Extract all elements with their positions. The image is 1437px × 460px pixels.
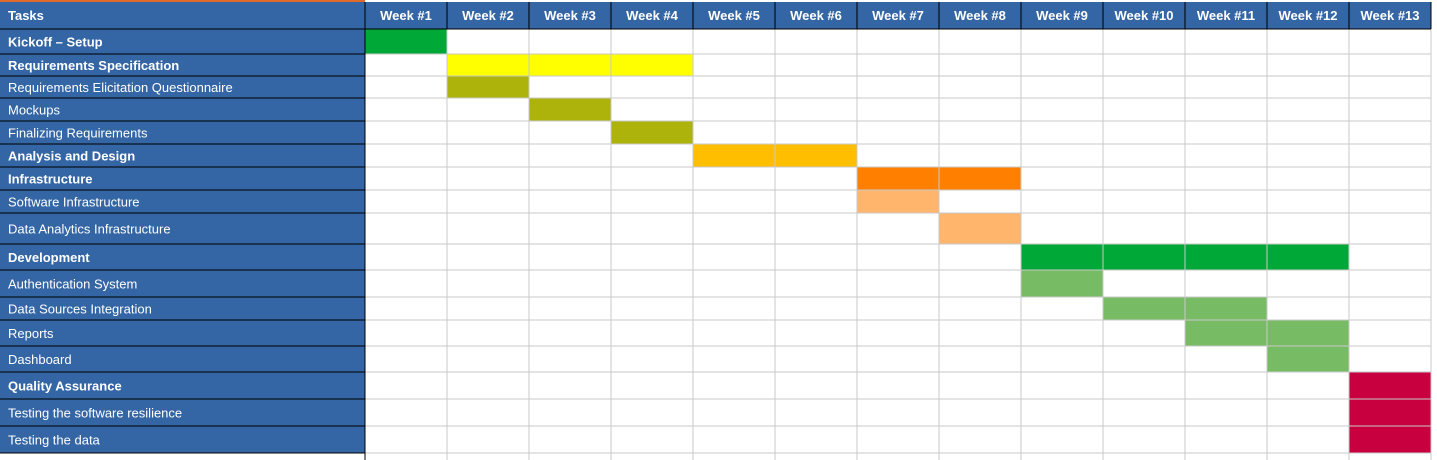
- task-bar: [1267, 346, 1349, 372]
- task-bar: [529, 98, 611, 121]
- task-label: Analysis and Design: [8, 149, 135, 164]
- task-label: Dashboard: [8, 352, 72, 367]
- task-label: Requirements Specification: [8, 58, 179, 73]
- task-label: Requirements Elicitation Questionnaire: [8, 80, 233, 95]
- week-header-13: Week #13: [1360, 8, 1419, 23]
- task-bar: [447, 76, 529, 98]
- task-bar: [365, 29, 447, 54]
- task-cell-bg: [0, 320, 365, 346]
- task-bar: [447, 54, 693, 76]
- task-label: Mockups: [8, 103, 61, 118]
- task-label: Software Infrastructure: [8, 195, 140, 210]
- task-bar: [1349, 372, 1431, 399]
- task-label: Testing the data: [8, 433, 101, 448]
- task-label: Authentication System: [8, 277, 137, 292]
- week-header-1: Week #1: [380, 8, 432, 23]
- task-label: Finalizing Requirements: [8, 126, 148, 141]
- task-bar: [1021, 270, 1103, 297]
- task-label: Kickoff – Setup: [8, 35, 103, 50]
- week-header-9: Week #9: [1036, 8, 1088, 23]
- task-label: Reports: [8, 326, 54, 341]
- week-header-11: Week #11: [1197, 8, 1255, 23]
- task-bar: [857, 190, 939, 213]
- task-bar: [611, 121, 693, 144]
- task-label: Data Sources Integration: [8, 302, 152, 317]
- week-header-10: Week #10: [1114, 8, 1173, 23]
- week-header-2: Week #2: [462, 8, 514, 23]
- week-header-5: Week #5: [708, 8, 760, 23]
- task-bar: [1349, 399, 1431, 426]
- task-bar: [1349, 426, 1431, 453]
- week-header-3: Week #3: [544, 8, 596, 23]
- task-label: Development: [8, 250, 90, 265]
- top-accent-line: [0, 0, 365, 2]
- gantt-chart: Tasks Week #1 Week #2 Week #3 Week #4 Week #5…: [0, 0, 1437, 460]
- task-label: Data Analytics Infrastructure: [8, 222, 171, 237]
- task-label: Testing the software resilience: [8, 406, 182, 421]
- gantt-chart-svg: Tasks Week #1 Week #2 Week #3 Week #4 Week #5…: [0, 0, 1432, 460]
- week-header-8: Week #8: [954, 8, 1006, 23]
- task-label: Quality Assurance: [8, 379, 122, 394]
- task-label: Infrastructure: [8, 172, 93, 187]
- week-header-4: Week #4: [626, 8, 679, 23]
- week-header-7: Week #7: [872, 8, 924, 23]
- header-tasks-label: Tasks: [8, 8, 44, 23]
- task-bar: [939, 213, 1021, 244]
- week-header-12: Week #12: [1278, 8, 1337, 23]
- week-header-6: Week #6: [790, 8, 842, 23]
